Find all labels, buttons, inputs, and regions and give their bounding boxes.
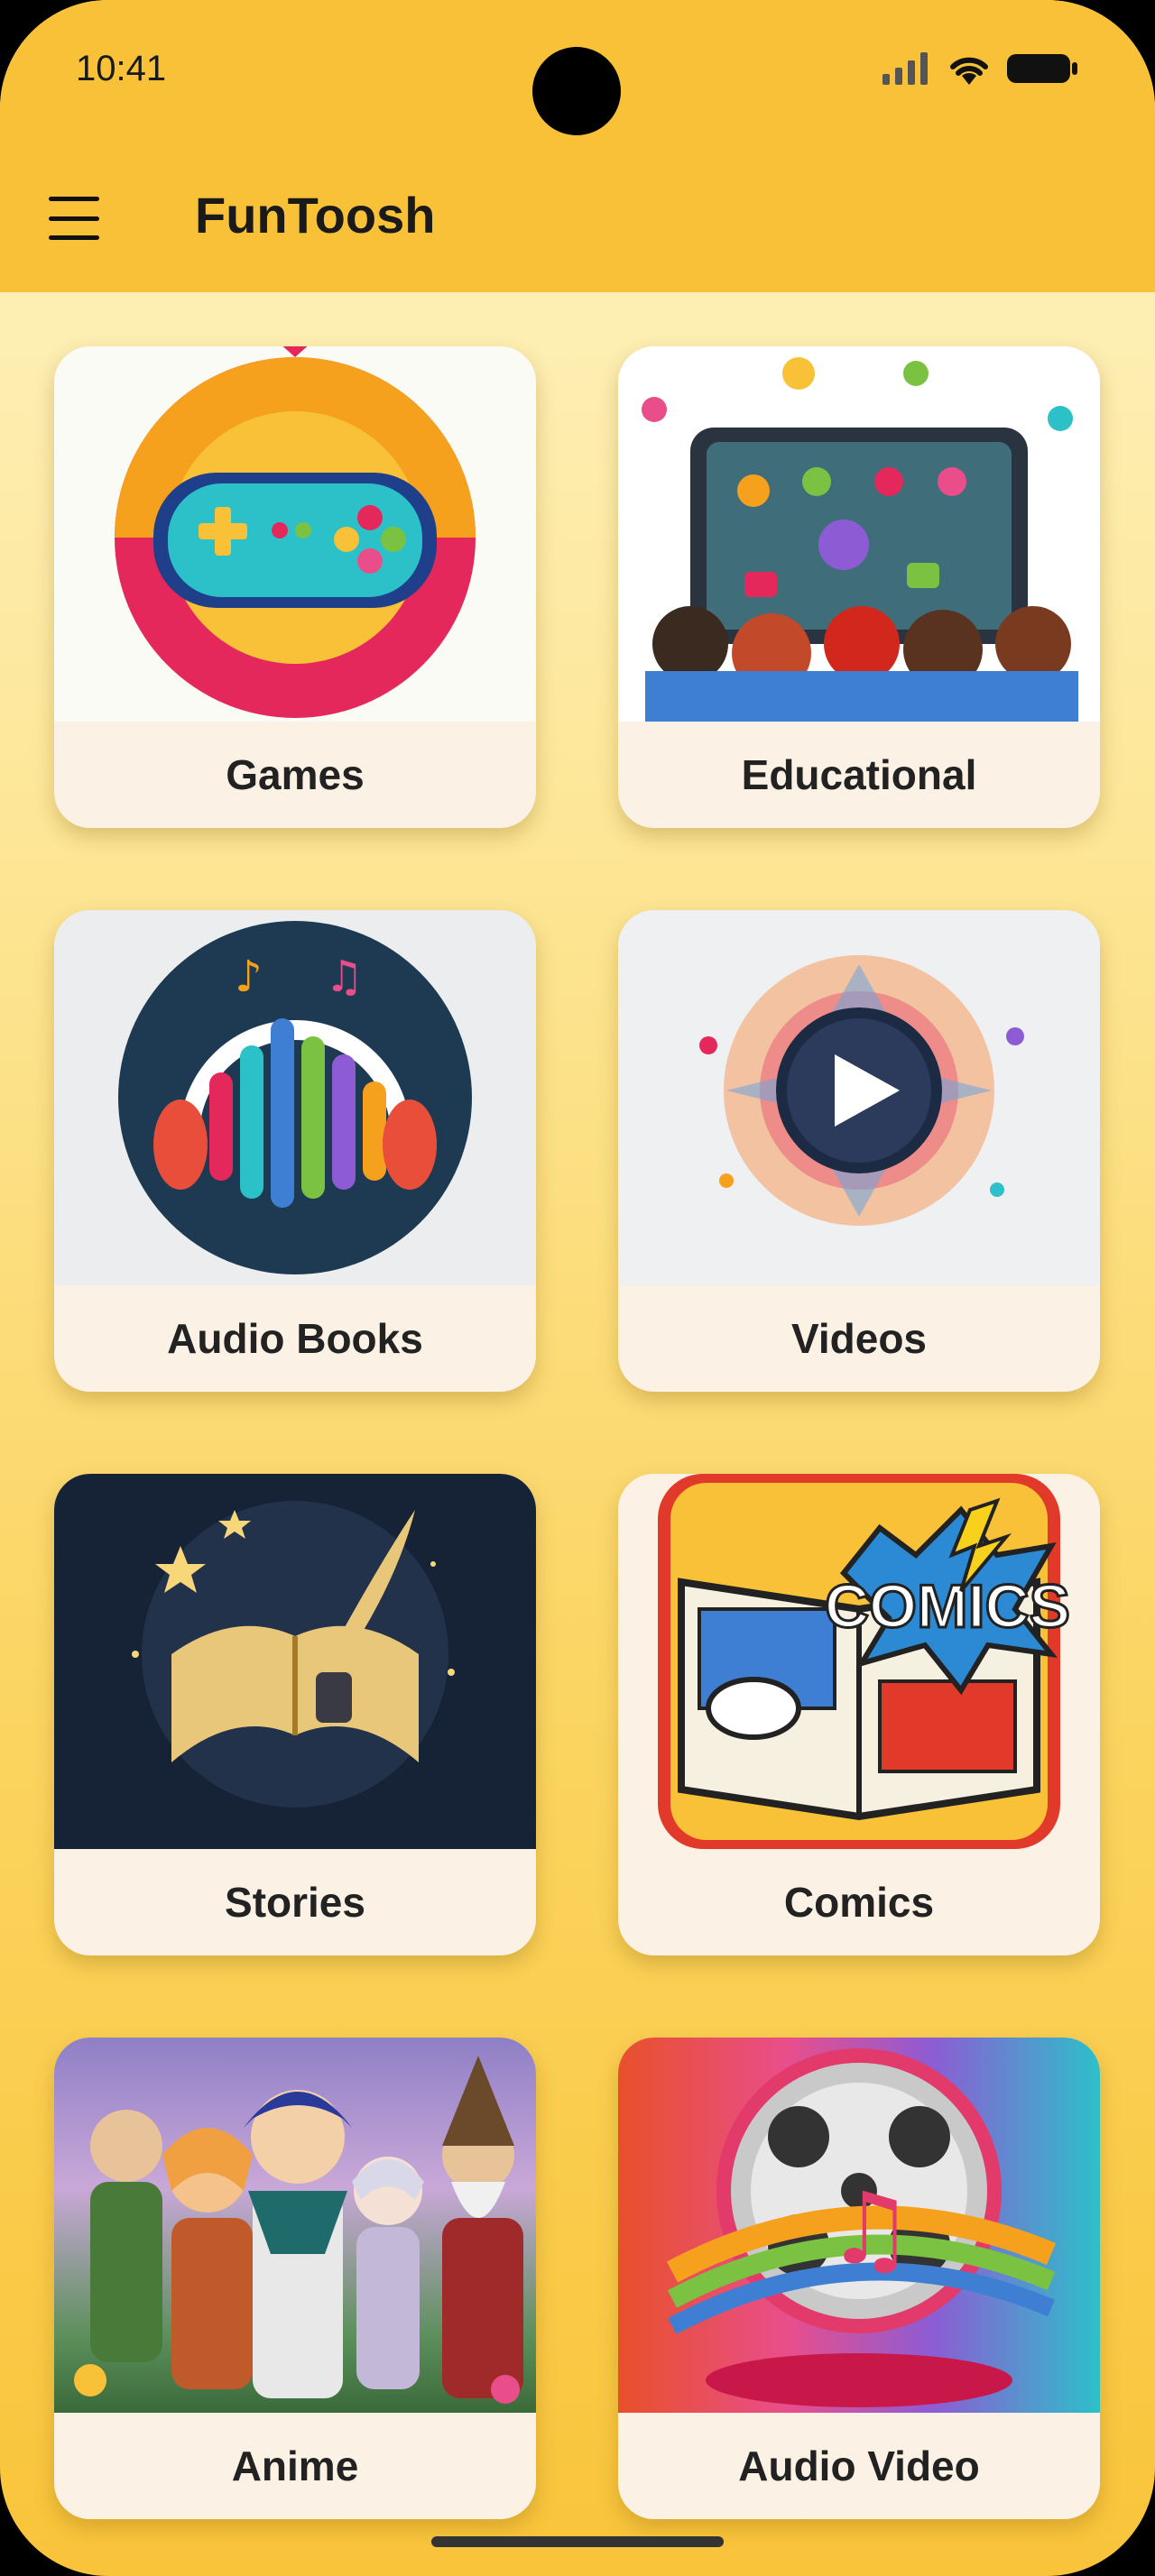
home-indicator[interactable] (431, 2536, 724, 2547)
category-label: Comics (783, 1879, 935, 1926)
anime-characters-icon (54, 2038, 536, 2413)
category-label: Educational (741, 751, 977, 798)
comics-badge-text: COMICS (825, 1572, 1070, 1641)
signal-icon (882, 52, 928, 85)
category-card-audio-video[interactable]: ♫ Audio Video (618, 2038, 1100, 2519)
category-card-stories[interactable]: Stories (54, 1474, 536, 1955)
category-label: Anime (231, 2443, 359, 2489)
svg-text:♫: ♫ (826, 2171, 915, 2286)
category-label: Audio Video (738, 2443, 980, 2489)
category-label: Audio Books (167, 1315, 423, 1362)
videos-play-icon (618, 910, 1100, 1285)
educational-tablet-icon (618, 346, 1100, 722)
app-title: FunToosh (195, 187, 436, 244)
category-card-anime[interactable]: Anime (54, 2038, 536, 2519)
hamburger-menu-icon[interactable] (49, 193, 106, 244)
audio-books-headphones-icon: ♪ ♫ (54, 910, 536, 1285)
category-label: Games (226, 751, 365, 798)
category-card-videos[interactable]: Videos (618, 910, 1100, 1392)
wifi-icon (950, 57, 988, 85)
games-controller-icon (54, 346, 536, 722)
stories-book-quill-icon (54, 1474, 536, 1849)
comics-book-icon: COMICS (618, 1474, 1100, 1849)
category-card-educational[interactable]: Educational (618, 346, 1100, 828)
app-screen: 10:41 FunToosh Games Educational ♪ ♫ Aud… (0, 0, 1155, 2576)
category-card-comics[interactable]: COMICS Comics (618, 1474, 1100, 1955)
svg-text:♪: ♪ (235, 952, 263, 1002)
category-label: Stories (225, 1879, 365, 1926)
status-time: 10:41 (76, 49, 167, 88)
battery-icon (1007, 54, 1077, 83)
category-card-audio-books[interactable]: ♪ ♫ Audio Books (54, 910, 536, 1392)
audio-video-reel-icon: ♫ (618, 2038, 1100, 2413)
svg-text:♫: ♫ (325, 952, 364, 1002)
category-label: Videos (791, 1315, 927, 1362)
camera-cutout (532, 47, 621, 135)
app-header: 10:41 FunToosh (0, 0, 1155, 292)
category-card-games[interactable]: Games (54, 346, 536, 828)
status-icons (882, 51, 1079, 87)
